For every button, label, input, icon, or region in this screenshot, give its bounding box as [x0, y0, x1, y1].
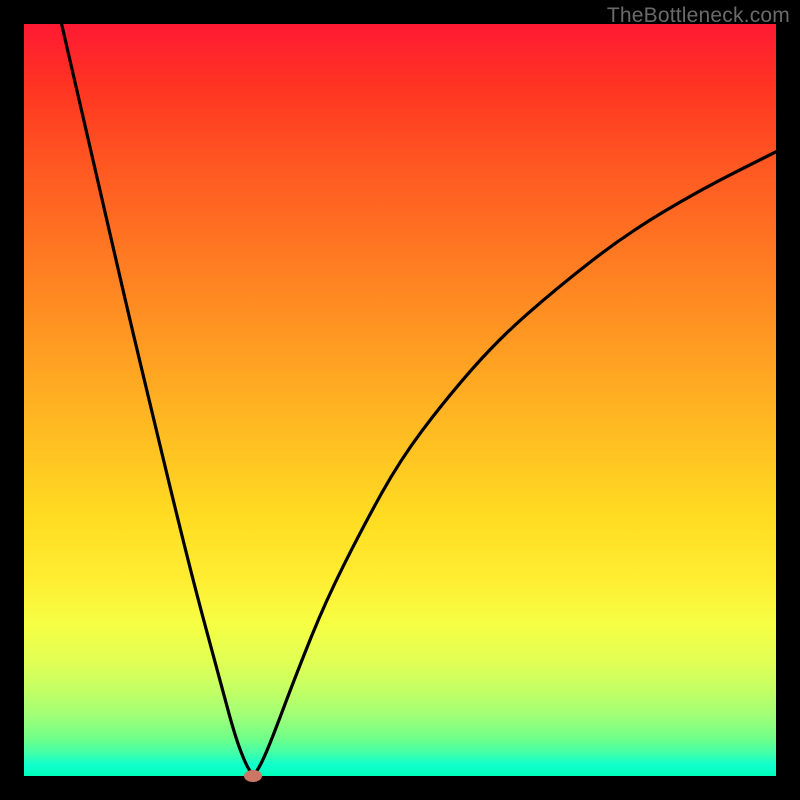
watermark-text: TheBottleneck.com — [607, 4, 790, 28]
minimum-marker — [244, 770, 262, 782]
chart-container: TheBottleneck.com — [0, 0, 800, 800]
bottleneck-curve — [24, 24, 776, 776]
